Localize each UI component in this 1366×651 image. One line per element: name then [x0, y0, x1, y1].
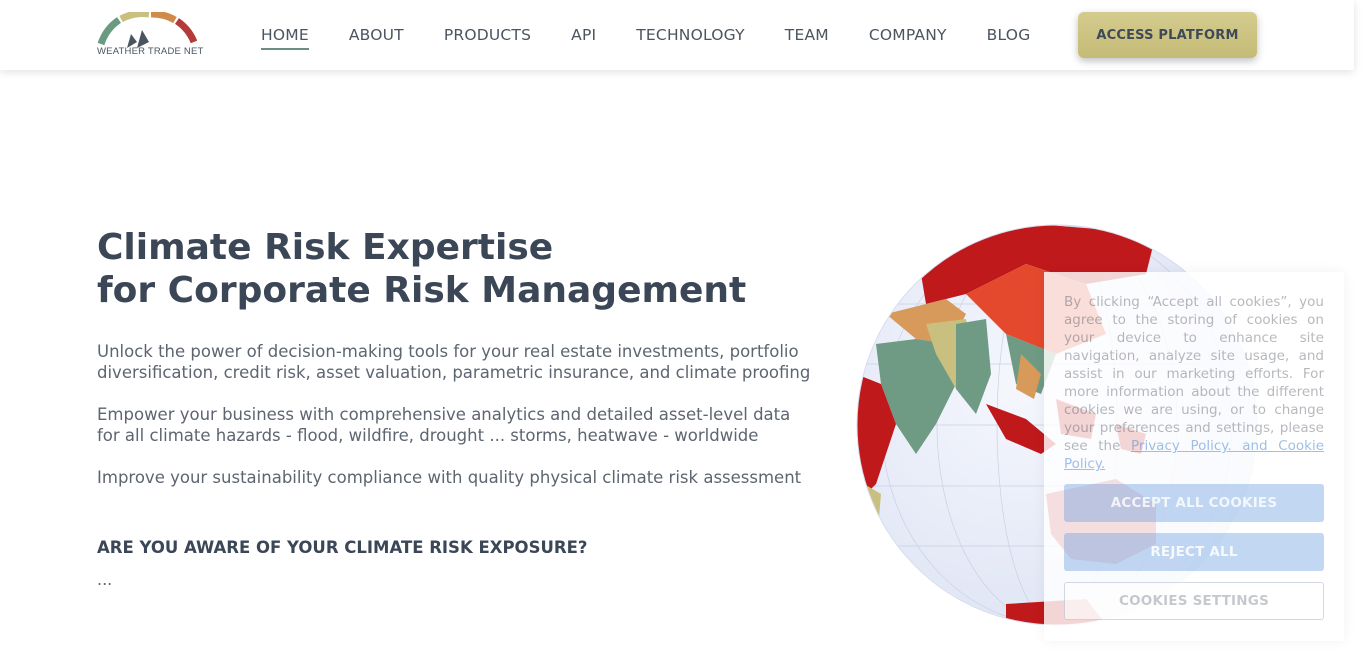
logo[interactable]: WEATHER TRADE NET — [97, 12, 203, 60]
paragraph-line: Empower your business with comprehensive… — [97, 405, 791, 424]
logo-text: WEATHER TRADE NET — [97, 46, 204, 57]
hero-paragraph-compliance: Improve your sustainability compliance w… — [97, 468, 802, 487]
hero-title-line1: Climate Risk Expertise — [97, 227, 554, 268]
hero-title-line2: for Corporate Risk Management — [97, 270, 747, 311]
nav-about[interactable]: ABOUT — [349, 26, 404, 44]
hero-title: Climate Risk Expertise for Corporate Ris… — [97, 226, 746, 312]
cookie-consent-banner: By clicking “Accept all cookies”, you ag… — [1044, 272, 1344, 641]
cookies-settings-button[interactable]: COOKIES SETTINGS — [1064, 582, 1324, 620]
nav-products[interactable]: PRODUCTS — [444, 26, 531, 44]
cookie-consent-message: By clicking “Accept all cookies”, you ag… — [1064, 294, 1324, 454]
nav-blog[interactable]: BLOG — [987, 26, 1031, 44]
cookie-consent-text: By clicking “Accept all cookies”, you ag… — [1064, 293, 1324, 473]
access-platform-button[interactable]: ACCESS PLATFORM — [1078, 12, 1257, 58]
climate-risk-question: ARE YOU AWARE OF YOUR CLIMATE RISK EXPOS… — [97, 538, 588, 557]
navbar: WEATHER TRADE NET HOME ABOUT PRODUCTS AP… — [0, 0, 1354, 70]
paragraph-line: Unlock the power of decision-making tool… — [97, 342, 799, 361]
logo-gauge-icon — [97, 12, 197, 48]
nav-home[interactable]: HOME — [261, 26, 309, 50]
nav-company[interactable]: COMPANY — [869, 26, 947, 44]
hero-paragraph-tools: Unlock the power of decision-making tool… — [97, 341, 817, 383]
accept-all-cookies-button[interactable]: ACCEPT ALL COOKIES — [1064, 484, 1324, 522]
reject-all-cookies-button[interactable]: REJECT ALL — [1064, 533, 1324, 571]
hero-paragraph-analytics: Empower your business with comprehensive… — [97, 404, 817, 446]
main-nav: HOME ABOUT PRODUCTS API TECHNOLOGY TEAM … — [261, 0, 1070, 70]
nav-team[interactable]: TEAM — [785, 26, 829, 44]
nav-api[interactable]: API — [571, 26, 596, 44]
paragraph-line: diversification, credit risk, asset valu… — [97, 363, 811, 382]
paragraph-line: for all climate hazards - flood, wildfir… — [97, 426, 759, 445]
nav-technology[interactable]: TECHNOLOGY — [636, 26, 745, 44]
ellipsis-text: ... — [97, 570, 113, 589]
